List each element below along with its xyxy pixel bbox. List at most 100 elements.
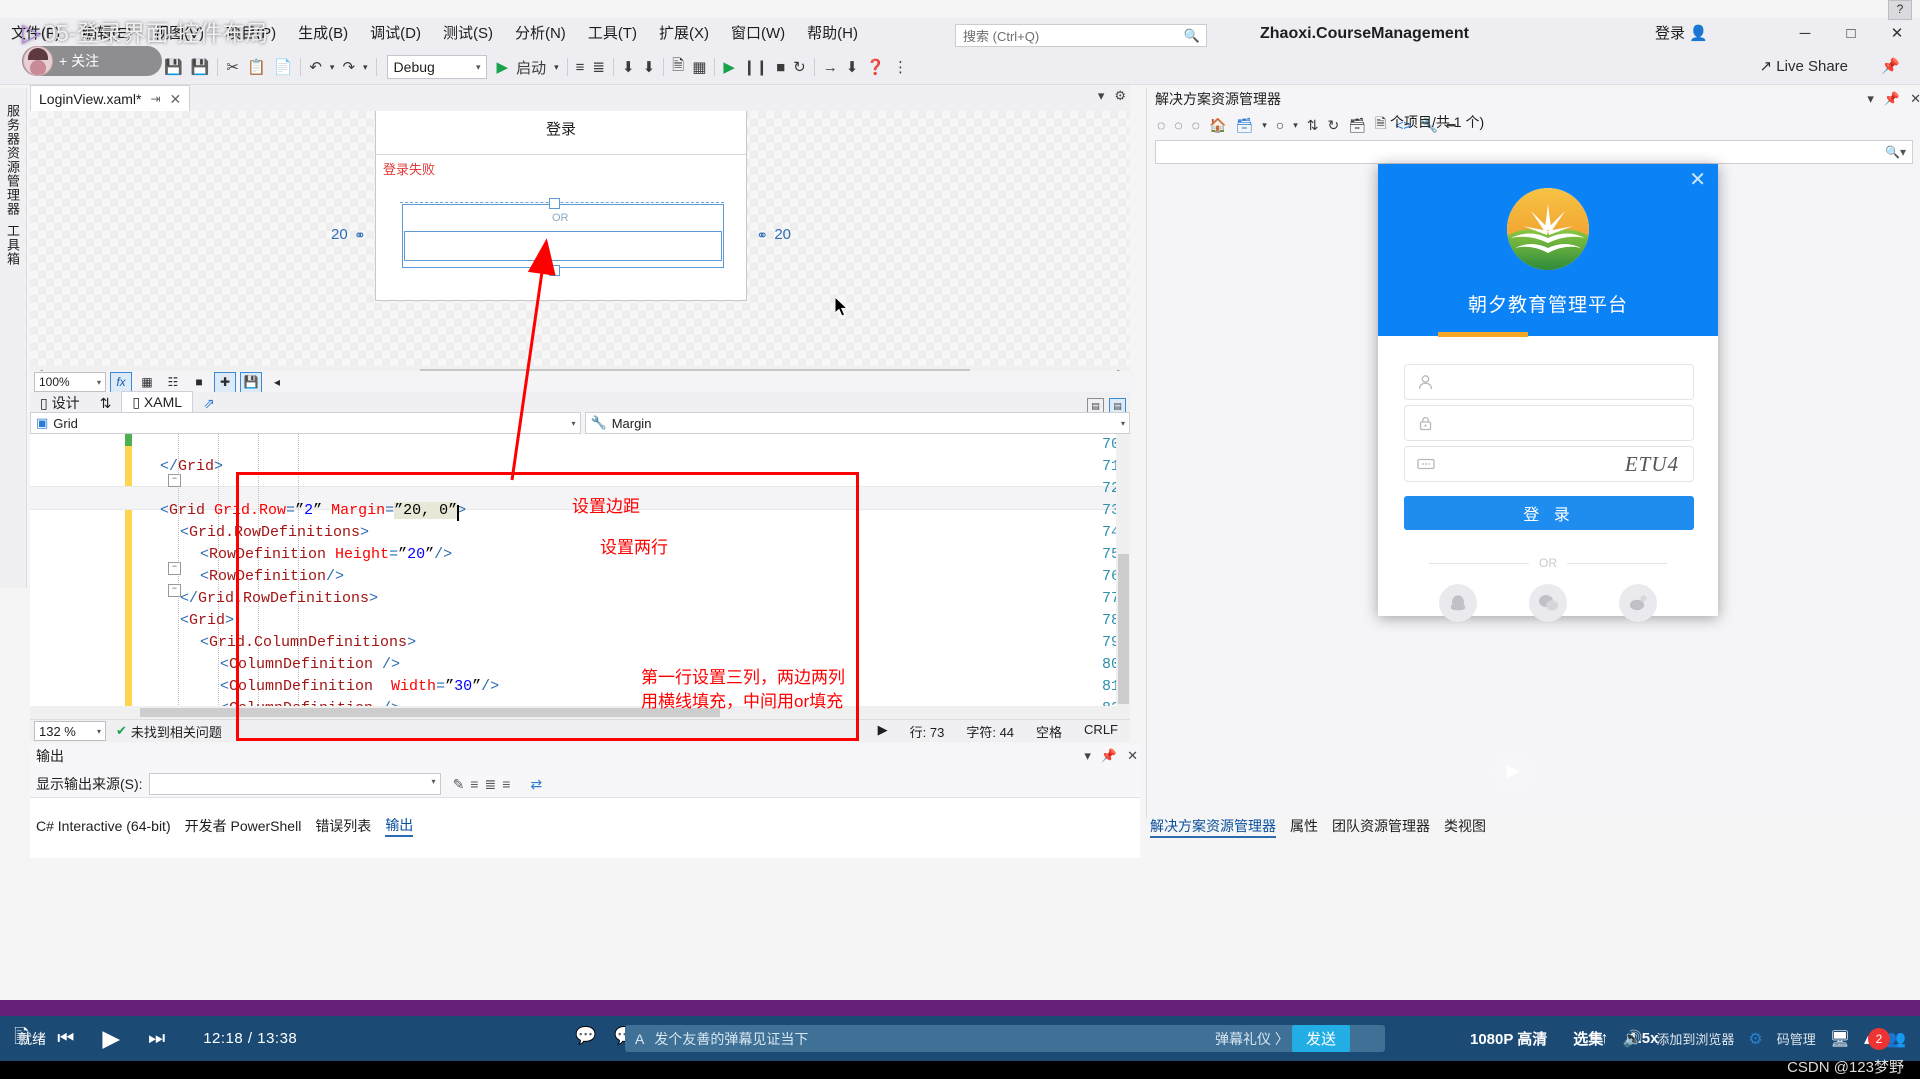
code-line[interactable]: <RowDefinition Height=”20”/> (200, 546, 452, 563)
output-tab-error-list[interactable]: 错误列表 (315, 816, 371, 836)
gear-icon[interactable]: ⚙ (1114, 88, 1126, 104)
menu-item-test[interactable]: 测试(S) (432, 18, 504, 50)
password-manager-label[interactable]: 码管理 (1777, 1029, 1816, 1048)
output-source-select[interactable] (148, 773, 441, 795)
collapse-left-icon[interactable]: ◂ (266, 372, 288, 393)
wechat-icon[interactable] (1529, 584, 1567, 622)
danmaku-etiquette-link[interactable]: 弹幕礼仪 〉 (1215, 1025, 1289, 1052)
run-icon[interactable]: ▶ (719, 50, 739, 84)
code-line[interactable]: <Grid Grid.Row=”2” Margin=”20, 0”> (160, 502, 466, 521)
scope-select-right[interactable]: 🔧 Margin (584, 412, 1130, 434)
collapse-toggle-78[interactable]: − (168, 562, 181, 575)
menu-item-debug[interactable]: 调试(D) (359, 18, 432, 50)
design-view-tab[interactable]: ▯ 设计 (30, 393, 90, 414)
live-share-button[interactable]: ↗ Live Share (1760, 50, 1848, 84)
close-icon[interactable]: ✕ (1127, 748, 1138, 764)
account-login[interactable]: 登录 👤 (1655, 19, 1708, 49)
bottom-tab-solution-explorer[interactable]: 解决方案资源管理器 (1150, 816, 1276, 838)
list-icon[interactable]: ≣ (484, 776, 496, 793)
designer-zoom-select[interactable]: 100% (34, 372, 106, 392)
clear-icon[interactable]: ✎ (453, 776, 465, 793)
build-config-select[interactable]: Debug (386, 55, 487, 79)
word-wrap-icon[interactable]: ≡ (502, 776, 510, 792)
toolbar-pin-icon[interactable]: 📌 (1881, 50, 1900, 84)
pin-icon[interactable]: 📌 (1884, 91, 1900, 107)
code-line[interactable]: <ColumnDefinition /> (220, 656, 400, 673)
step-next-icon[interactable]: → (819, 50, 842, 84)
code-line[interactable]: </Grid> (160, 458, 223, 475)
save-icon[interactable]: 💾 (160, 50, 187, 84)
refresh-icon[interactable]: 💾 (240, 371, 262, 393)
chevron-down-icon[interactable]: ▾ (1098, 88, 1105, 104)
output-tab-output[interactable]: 输出 (385, 815, 414, 837)
editor-vscroll-thumb[interactable] (1118, 554, 1129, 704)
grid-snap-icon[interactable]: ▦ (136, 372, 158, 393)
margin-right-chain-icon[interactable]: ⚭ (756, 227, 768, 244)
code-line[interactable]: <Grid> (180, 612, 234, 629)
menu-item-window[interactable]: 窗口(W) (720, 18, 796, 50)
close-icon[interactable]: ✕ (170, 91, 182, 108)
refresh-icon[interactable]: ↻ (1327, 117, 1339, 134)
editor-vscrollbar[interactable] (1116, 434, 1130, 719)
collapse-toggle-74[interactable]: − (168, 474, 181, 487)
maximize-button[interactable]: □ (1828, 18, 1874, 50)
close-icon[interactable]: ✕ (1689, 170, 1706, 190)
code-line[interactable]: </Grid.RowDefinitions> (180, 590, 378, 607)
solution-explorer-search[interactable]: 🔍▾ (1155, 140, 1913, 164)
play-icon[interactable]: ▶ (102, 1025, 120, 1052)
volume-icon[interactable]: 🔊 (1622, 1029, 1642, 1049)
pause-icon[interactable]: ❙❙ (739, 50, 772, 84)
attach-process-icon[interactable]: ⬇ (639, 50, 660, 84)
settings-icon[interactable]: ⇄ (530, 776, 542, 793)
new-file-icon[interactable]: 🗎 (668, 50, 688, 84)
swap-views-button[interactable]: ⇅ (90, 393, 122, 414)
editor-zoom-select[interactable]: 132 % (34, 721, 106, 741)
popout-icon[interactable]: ⇗ (193, 393, 225, 414)
redo-icon[interactable]: ↷ (338, 50, 359, 84)
refresh-all-dropdown-icon[interactable]: ▾ (1293, 120, 1298, 131)
code-line[interactable]: <Grid.ColumnDefinitions> (200, 634, 416, 651)
menu-item-analyze[interactable]: 分析(N) (504, 18, 577, 50)
prev-icon[interactable]: ⏮ (57, 1028, 74, 1050)
pin-icon[interactable]: 📌 (1101, 748, 1117, 764)
login-submit-button[interactable]: 登 录 (1404, 496, 1694, 530)
copy-icon[interactable]: 📋 (243, 50, 270, 84)
output-tab-csharp-interactive[interactable]: C# Interactive (64-bit) (36, 818, 171, 834)
designer-handle-top[interactable] (549, 198, 560, 209)
wrap-icon[interactable]: ≡ (470, 776, 478, 792)
captcha-field[interactable]: ETU4 (1404, 446, 1694, 482)
username-field[interactable] (1404, 364, 1694, 400)
menu-item-view[interactable]: 视图(V) (143, 18, 215, 50)
switch-views-dropdown-icon[interactable]: ▾ (1262, 120, 1267, 131)
xaml-view-tab[interactable]: ▯ XAML (121, 391, 194, 414)
episodes-button[interactable]: 选集 (1573, 1028, 1603, 1049)
expand-tray-icon[interactable]: ↑ (1600, 1030, 1608, 1048)
fx-icon[interactable]: fx (110, 371, 132, 393)
restart-icon[interactable]: ↻ (789, 50, 810, 84)
browser-addon-label[interactable]: 添加到浏览器 (1656, 1029, 1734, 1048)
bottom-tab-class-view[interactable]: 类视图 (1444, 816, 1486, 838)
grid-icon[interactable]: ▦ (688, 50, 710, 84)
bottom-tab-properties[interactable]: 属性 (1290, 816, 1318, 838)
redo-dropdown-icon[interactable]: ▾ (359, 50, 372, 84)
close-button[interactable]: ✕ (1874, 18, 1920, 50)
login-dialog[interactable]: ✕ 朝夕教育管理平台 ETU4 登 录 OR (1378, 164, 1718, 622)
tab-loginview-xaml[interactable]: LoginView.xaml* ⇥ ✕ (30, 85, 191, 112)
back-icon[interactable]: ◌ (1157, 117, 1165, 133)
bottom-tab-team-explorer[interactable]: 团队资源管理器 (1332, 816, 1430, 838)
menu-item-build[interactable]: 生成(B) (287, 18, 359, 50)
grid-icon[interactable]: ☷ (162, 372, 184, 393)
code-line[interactable]: <Grid.RowDefinitions> (180, 524, 369, 541)
attach-icon[interactable]: ⬇ (618, 50, 639, 84)
floating-play-button[interactable]: ▶ (1490, 748, 1536, 794)
menu-item-tools[interactable]: 工具(T) (577, 18, 648, 50)
close-icon[interactable]: ✕ (1910, 91, 1920, 107)
editor-hscroll-thumb[interactable] (140, 708, 720, 717)
stop-icon[interactable]: ■ (772, 50, 789, 84)
pin-icon[interactable]: ⇥ (150, 92, 160, 106)
menu-item-extensions[interactable]: 扩展(X) (648, 18, 720, 50)
margin-left-chain-icon[interactable]: ⚭ (354, 227, 366, 244)
xaml-code-editor[interactable]: − − − 70 71 </Grid> 72 73 <Grid Grid.Row=”2” … (30, 434, 1130, 719)
xaml-designer-surface[interactable]: 登录 登录失败 OR 20 20 ⚭ ⚭ (30, 111, 1130, 371)
next-icon[interactable]: ⏭ (148, 1028, 165, 1050)
